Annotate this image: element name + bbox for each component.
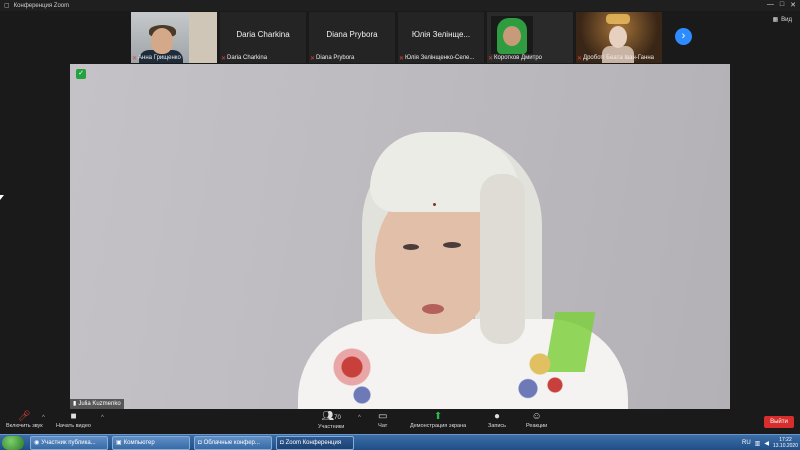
share-screen-label: Демонстрация экрана	[410, 423, 467, 429]
participant-tile[interactable]: Daria Charkina ✕ Daria Charkina	[220, 12, 306, 63]
zoom-icon: ◘	[198, 440, 202, 446]
security-shield-icon[interactable]: ✓	[76, 69, 86, 79]
language-indicator[interactable]: RU	[742, 440, 751, 446]
record-button[interactable]: ● Запись	[488, 411, 506, 429]
participants-icon: 👥︎	[321, 411, 335, 422]
mouse-cursor-icon	[0, 195, 4, 200]
mic-off-icon: 🎤︎	[17, 411, 31, 422]
clock-date: 13.10.2020	[772, 443, 798, 449]
taskbar-item-label: Облачные конфер...	[203, 440, 260, 446]
taskbar-item[interactable]: ◘ Облачные конфер...	[194, 436, 272, 450]
mic-off-icon: ✕	[310, 55, 316, 62]
mic-on-icon: ▮	[73, 401, 77, 407]
taskbar-item[interactable]: ◉ Участник публика...	[30, 436, 108, 450]
browser-icon: ◉	[34, 440, 40, 446]
zoom-meeting-window: ▢ Конференция Zoom — □ ✕ ▦ Вид ✕ Анна Гри…	[0, 0, 800, 450]
start-video-button[interactable]: ■ Начать видео	[56, 411, 91, 429]
meeting-toolbar: 🎤︎ Включить звук ^ ■ Начать видео ^ 👥︎70…	[0, 409, 800, 434]
next-page-button[interactable]: ›	[675, 28, 692, 45]
unmute-label: Включить звук	[6, 423, 43, 429]
participants-count: 70	[334, 415, 341, 421]
mic-off-icon: ✕	[577, 55, 583, 62]
share-screen-button[interactable]: ⬆ Демонстрация экрана	[410, 411, 466, 429]
participant-tile[interactable]: ✕ Коротков Дмитро	[487, 12, 573, 63]
participant-label: Дроботі Беата Іван-Ганна	[583, 55, 654, 61]
participant-tile[interactable]: ✕ Анна Грищенко	[131, 12, 217, 63]
close-button[interactable]: ✕	[790, 1, 796, 9]
maximize-button[interactable]: □	[780, 1, 784, 9]
participants-label: Участники	[318, 424, 345, 430]
window-title: Конференция Zoom	[13, 2, 70, 9]
participant-strip: ✕ Анна Грищенко Daria Charkina ✕ Daria Cha…	[131, 12, 662, 63]
taskbar-item[interactable]: ◘ Zoom Конференция	[276, 436, 354, 450]
video-camera-icon: ■	[70, 411, 77, 422]
active-speaker-video: ✓ ▮ Julia Kuzmenko	[70, 64, 730, 409]
leave-meeting-button[interactable]: Выйти	[764, 416, 794, 428]
unmute-button[interactable]: 🎤︎ Включить звук	[6, 411, 43, 429]
participant-tile[interactable]: ✕ Дроботі Беата Іван-Ганна	[576, 12, 662, 63]
participant-name: Diana Prybora	[326, 30, 378, 39]
system-tray: RU ▥ ◀︎ 17:22 13.10.2020	[742, 436, 798, 450]
video-options-caret[interactable]: ^	[101, 415, 104, 421]
mic-off-icon: ✕	[488, 55, 494, 62]
speaker-name: Julia Kuzmenko	[78, 401, 121, 407]
participant-label: Коротков Дмитро	[494, 55, 542, 61]
minimize-button[interactable]: —	[767, 1, 774, 9]
title-bar: ▢ Конференция Zoom — □ ✕	[0, 0, 800, 11]
taskbar-item[interactable]: ▣ Компьютер	[112, 436, 190, 450]
view-label: Вид	[781, 16, 792, 23]
reactions-label: Реакции	[526, 423, 548, 429]
windows-taskbar: ◉ Участник публика... ▣ Компьютер ◘ Облачны…	[0, 434, 800, 450]
start-video-label: Начать видео	[56, 423, 91, 429]
participant-label: Daria Charkina	[227, 55, 268, 61]
computer-icon: ▣	[116, 440, 122, 446]
zoom-logo-icon: ▢	[4, 3, 10, 9]
network-icon[interactable]: ▥	[755, 440, 761, 447]
zoom-icon: ◘	[280, 440, 284, 446]
participants-options-caret[interactable]: ^	[358, 415, 361, 421]
participant-label: Анна Грищенко	[138, 55, 181, 61]
chat-icon: ▭	[378, 411, 388, 422]
participant-label: Юлія Зелінщенко-Селе...	[405, 55, 475, 61]
start-button[interactable]	[2, 436, 24, 450]
volume-icon[interactable]: ◀︎	[764, 440, 769, 447]
mic-off-icon: ✕	[221, 55, 227, 62]
mic-off-icon: ✕	[132, 55, 138, 62]
taskbar-item-label: Компьютер	[123, 440, 155, 446]
taskbar-item-label: Zoom Конференция	[285, 440, 342, 446]
mic-off-icon: ✕	[399, 55, 405, 62]
share-screen-icon: ⬆	[433, 411, 443, 422]
chevron-right-icon: ›	[681, 30, 686, 42]
participant-name: Юлія Зелінще...	[411, 30, 471, 39]
speaker-name-label: ▮ Julia Kuzmenko	[70, 399, 124, 409]
participant-label: Diana Prybora	[316, 55, 355, 61]
record-label: Запись	[488, 423, 507, 429]
reactions-button[interactable]: ☺ Реакции	[526, 411, 547, 429]
taskbar-item-label: Участник публика...	[41, 440, 96, 446]
chat-label: Чат	[378, 423, 388, 429]
audio-options-caret[interactable]: ^	[42, 415, 45, 421]
chat-button[interactable]: ▭ Чат	[378, 411, 387, 429]
record-icon: ●	[494, 411, 501, 422]
grid-view-icon: ▦	[772, 17, 779, 23]
participant-tile[interactable]: Diana Prybora ✕ Diana Prybora	[309, 12, 395, 63]
participant-tile[interactable]: Юлія Зелінще... ✕ Юлія Зелінщенко-Селе...	[398, 12, 484, 63]
clock[interactable]: 17:22 13.10.2020	[773, 437, 798, 449]
participants-button[interactable]: 👥︎70 Участники	[318, 411, 344, 430]
view-toggle[interactable]: ▦ Вид	[772, 16, 792, 24]
smile-icon: ☺	[531, 411, 542, 422]
participant-name: Daria Charkina	[236, 30, 290, 39]
